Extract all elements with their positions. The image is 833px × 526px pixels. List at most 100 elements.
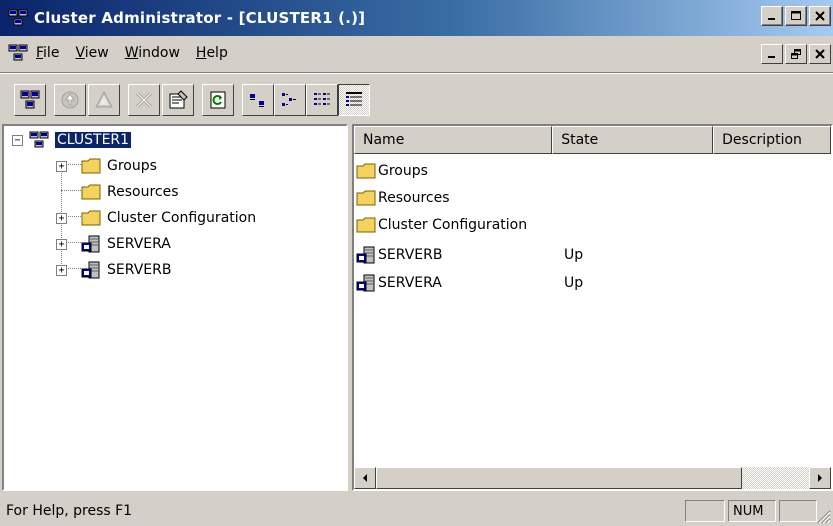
child-restore-button[interactable] bbox=[785, 44, 807, 64]
scroll-track[interactable] bbox=[742, 467, 809, 489]
column-label-description: Description bbox=[722, 132, 802, 148]
tree-label-serverb: SERVERB bbox=[107, 262, 172, 278]
tree-node-resources[interactable]: Resources bbox=[81, 180, 179, 204]
list-header: Name State Description bbox=[354, 126, 831, 154]
tree-label-cluster1: CLUSTER1 bbox=[53, 131, 133, 149]
tree-label-cluster-configuration: Cluster Configuration bbox=[107, 210, 257, 226]
scroll-right-button[interactable] bbox=[809, 467, 831, 489]
status-pane-caps bbox=[685, 500, 725, 522]
expand-toggle[interactable]: + bbox=[56, 264, 67, 276]
details-view-icon bbox=[346, 92, 362, 106]
toolbar bbox=[14, 80, 378, 120]
menu-bar: File View Window Help bbox=[0, 36, 833, 70]
list-view-button[interactable] bbox=[306, 84, 338, 116]
take-offline-button[interactable] bbox=[88, 84, 120, 116]
large-icons-view-button[interactable] bbox=[242, 84, 274, 116]
column-header-state[interactable]: State bbox=[552, 126, 714, 154]
close-icon bbox=[815, 11, 825, 21]
menu-window[interactable]: Window bbox=[125, 45, 190, 61]
tree-node-cluster1[interactable]: − CLUSTER1 bbox=[12, 128, 133, 152]
menu-view-label: iew bbox=[84, 45, 109, 61]
bring-online-icon bbox=[61, 91, 79, 109]
folder-icon bbox=[81, 210, 101, 226]
minimize-icon bbox=[768, 18, 775, 20]
child-close-button[interactable] bbox=[809, 44, 831, 64]
title-bar[interactable]: Cluster Administrator - [CLUSTER1 (.)] bbox=[0, 0, 833, 36]
cluster-app-icon bbox=[8, 9, 28, 26]
menu-file[interactable]: File bbox=[36, 45, 69, 61]
server-icon bbox=[81, 261, 100, 279]
delete-icon bbox=[135, 91, 153, 109]
folder-icon bbox=[81, 184, 101, 200]
details-view-button[interactable] bbox=[338, 84, 370, 116]
menu-help-label: elp bbox=[206, 45, 228, 61]
menu-help[interactable]: Help bbox=[196, 45, 238, 61]
resize-grip-icon[interactable] bbox=[817, 510, 831, 524]
details-list-pane[interactable]: Name State Description Groups Resources … bbox=[352, 124, 833, 491]
tree-label-resources: Resources bbox=[107, 184, 179, 200]
column-header-description[interactable]: Description bbox=[713, 126, 831, 154]
properties-icon bbox=[169, 90, 188, 109]
toolbar-separator bbox=[0, 72, 833, 74]
folder-icon bbox=[81, 158, 101, 174]
status-pane-scroll bbox=[779, 500, 817, 522]
list-item[interactable]: SERVERA Up bbox=[356, 270, 716, 296]
status-text: For Help, press F1 bbox=[6, 503, 133, 519]
close-button[interactable] bbox=[809, 6, 831, 26]
column-header-name[interactable]: Name bbox=[354, 126, 553, 154]
scroll-thumb[interactable] bbox=[376, 467, 742, 489]
open-connection-button[interactable] bbox=[14, 84, 46, 116]
small-icons-view-button[interactable] bbox=[274, 84, 306, 116]
status-bar: For Help, press F1 NUM bbox=[0, 496, 833, 526]
menu-window-mnemonic: W bbox=[124, 45, 139, 61]
minimize-button[interactable] bbox=[761, 6, 783, 26]
arrow-left-icon bbox=[363, 474, 367, 482]
folder-icon bbox=[356, 163, 376, 179]
cluster-tree-pane[interactable]: − CLUSTER1 + Groups Resources + Cluster … bbox=[2, 124, 348, 491]
minimize-icon bbox=[768, 56, 775, 58]
menu-window-label: indow bbox=[138, 45, 180, 61]
column-label-state: State bbox=[561, 132, 599, 148]
server-icon bbox=[81, 235, 100, 253]
list-item[interactable]: SERVERB Up bbox=[356, 242, 716, 268]
expand-toggle[interactable]: + bbox=[56, 212, 67, 224]
menu-view[interactable]: View bbox=[75, 45, 118, 61]
properties-button[interactable] bbox=[162, 84, 194, 116]
bring-online-button[interactable] bbox=[54, 84, 86, 116]
menu-file-label: ile bbox=[43, 45, 60, 61]
list-item[interactable]: Groups bbox=[356, 158, 716, 184]
folder-icon bbox=[356, 217, 376, 233]
delete-button[interactable] bbox=[128, 84, 160, 116]
list-item[interactable]: Resources bbox=[356, 185, 716, 211]
collapse-toggle[interactable]: − bbox=[12, 134, 23, 146]
list-item-state: Up bbox=[564, 275, 584, 291]
refresh-icon bbox=[210, 91, 226, 109]
server-icon bbox=[356, 274, 375, 292]
list-item[interactable]: Cluster Configuration bbox=[356, 212, 716, 238]
tree-node-servera[interactable]: + SERVERA bbox=[56, 232, 171, 256]
list-item-name: Resources bbox=[378, 190, 450, 206]
tree-node-serverb[interactable]: + SERVERB bbox=[56, 258, 171, 282]
expand-toggle[interactable]: + bbox=[56, 160, 67, 172]
expand-toggle[interactable]: + bbox=[56, 238, 67, 250]
maximize-icon bbox=[790, 11, 801, 20]
column-label-name: Name bbox=[363, 132, 405, 148]
child-minimize-button[interactable] bbox=[761, 44, 783, 64]
maximize-button[interactable] bbox=[785, 6, 807, 26]
arrow-right-icon bbox=[818, 474, 822, 482]
horizontal-scrollbar[interactable] bbox=[354, 467, 831, 489]
scroll-left-button[interactable] bbox=[354, 467, 376, 489]
tree-node-cluster-configuration[interactable]: + Cluster Configuration bbox=[56, 206, 256, 230]
tree-line bbox=[61, 190, 81, 191]
small-icons-view-icon bbox=[282, 93, 296, 106]
tree-node-groups[interactable]: + Groups bbox=[56, 154, 157, 178]
refresh-button[interactable] bbox=[202, 84, 234, 116]
document-icon[interactable] bbox=[8, 43, 28, 63]
list-view-icon bbox=[314, 93, 330, 105]
window-title: Cluster Administrator - [CLUSTER1 (.)] bbox=[34, 9, 366, 27]
folder-icon bbox=[356, 190, 376, 206]
restore-icon bbox=[790, 48, 801, 59]
menu-file-mnemonic: F bbox=[36, 45, 44, 61]
menu-view-mnemonic: V bbox=[75, 45, 85, 61]
list-item-name: SERVERA bbox=[378, 275, 442, 291]
